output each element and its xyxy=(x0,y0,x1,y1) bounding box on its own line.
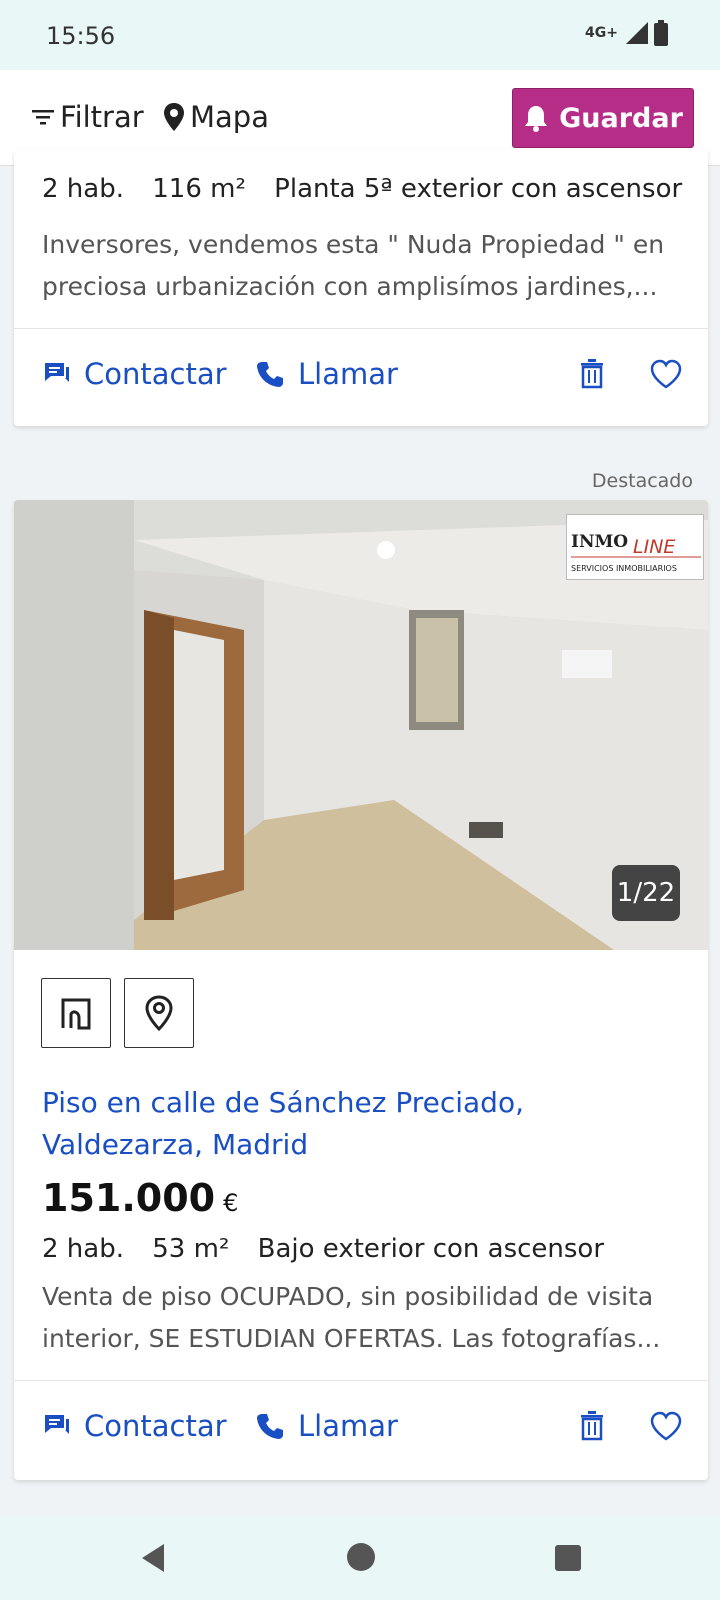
location-pin-icon xyxy=(145,995,173,1031)
listing-actions: Contactar Llamar xyxy=(14,1380,708,1478)
area: 53 m² xyxy=(152,1234,230,1264)
featured-badge: Destacado xyxy=(591,470,693,492)
save-search-button[interactable]: Guardar xyxy=(512,88,694,148)
map-location-button[interactable] xyxy=(124,978,194,1048)
battery-icon xyxy=(654,20,668,46)
rooms: 2 hab. xyxy=(42,174,124,204)
network-type: 4G+ xyxy=(585,25,618,41)
listing-price: 151.000 € xyxy=(42,1176,238,1220)
contact-button[interactable]: Contactar xyxy=(44,1409,227,1443)
contact-button[interactable]: Contactar xyxy=(44,357,227,391)
trash-icon xyxy=(581,1411,603,1441)
map-label: Mapa xyxy=(190,100,269,134)
filter-label: Filtrar xyxy=(60,100,144,134)
description-line: Inversores, vendemos esta " Nuda Propied… xyxy=(42,230,665,259)
chat-icon xyxy=(45,1415,69,1434)
listing-card[interactable]: 2 hab. 116 m² Planta 5ª exterior con asc… xyxy=(14,150,708,426)
photo-counter: 1/22 xyxy=(612,865,680,921)
contact-label: Contactar xyxy=(84,357,227,391)
listing-features: 2 hab. 116 m² Planta 5ª exterior con asc… xyxy=(42,174,702,204)
system-navigation-bar xyxy=(0,1516,720,1600)
status-time: 15:56 xyxy=(46,22,116,50)
back-icon[interactable] xyxy=(138,1542,168,1574)
chat-icon xyxy=(45,363,69,382)
phone-icon xyxy=(257,362,283,387)
floor-info: Bajo exterior con ascensor xyxy=(257,1234,605,1264)
call-button[interactable]: Llamar xyxy=(256,1409,398,1443)
listing-features: 2 hab. 53 m² Bajo exterior con ascensor xyxy=(42,1234,624,1264)
price-currency: € xyxy=(223,1189,239,1217)
description-line: interior, SE ESTUDIAN OFERTAS. Las fotog… xyxy=(42,1324,661,1353)
home-icon[interactable] xyxy=(346,1542,376,1572)
call-label: Llamar xyxy=(298,1409,398,1443)
heart-icon xyxy=(650,1411,682,1441)
call-label: Llamar xyxy=(298,357,398,391)
recent-apps-icon[interactable] xyxy=(554,1544,582,1572)
map-button[interactable]: Mapa xyxy=(162,100,269,134)
agency-logo: INMO LINE SERVICIOS INMOBILIARIOS xyxy=(566,514,704,580)
location-pin-icon xyxy=(164,103,184,131)
listing-description: Inversores, vendemos esta " Nuda Propied… xyxy=(42,224,682,308)
filter-button[interactable]: Filtrar xyxy=(30,100,144,134)
filter-icon xyxy=(32,110,54,125)
discard-button[interactable] xyxy=(580,1411,604,1445)
favorite-button[interactable] xyxy=(650,359,682,393)
status-bar: 15:56 4G+ xyxy=(0,0,720,70)
favorite-button[interactable] xyxy=(650,1411,682,1445)
floor-plan-button[interactable] xyxy=(41,978,111,1048)
trash-icon xyxy=(581,359,603,389)
status-icons: 4G+ xyxy=(585,20,668,46)
phone-icon xyxy=(257,1414,283,1439)
svg-text:LINE: LINE xyxy=(633,536,675,558)
svg-text:INMO: INMO xyxy=(571,532,628,552)
description-line: preciosa urbanización con amplisímos jar… xyxy=(42,272,658,301)
listing-title-link[interactable]: Piso en calle de Sánchez Preciado, Valde… xyxy=(42,1082,692,1166)
floor-info: Planta 5ª exterior con ascensor xyxy=(274,174,683,204)
description-line: Venta de piso OCUPADO, sin posibilidad d… xyxy=(42,1282,654,1311)
heart-icon xyxy=(650,359,682,389)
listing-photo[interactable]: INMO LINE SERVICIOS INMOBILIARIOS 1/22 xyxy=(14,500,708,950)
agency-logo-graphic: INMO LINE SERVICIOS INMOBILIARIOS xyxy=(571,532,701,573)
save-label: Guardar xyxy=(559,102,683,134)
svg-text:SERVICIOS INMOBILIARIOS: SERVICIOS INMOBILIARIOS xyxy=(571,564,677,573)
call-button[interactable]: Llamar xyxy=(256,357,398,391)
discard-button[interactable] xyxy=(580,359,604,393)
listing-description: Venta de piso OCUPADO, sin posibilidad d… xyxy=(42,1276,682,1360)
rooms: 2 hab. xyxy=(42,1234,124,1264)
signal-icon xyxy=(626,22,648,44)
floor-plan-icon xyxy=(61,998,91,1030)
listing-card[interactable]: INMO LINE SERVICIOS INMOBILIARIOS 1/22 P… xyxy=(14,500,708,1480)
listing-actions: Contactar Llamar xyxy=(14,328,708,426)
bell-icon xyxy=(525,106,548,132)
contact-label: Contactar xyxy=(84,1409,227,1443)
area: 116 m² xyxy=(152,174,246,204)
price-value: 151.000 xyxy=(42,1176,216,1220)
